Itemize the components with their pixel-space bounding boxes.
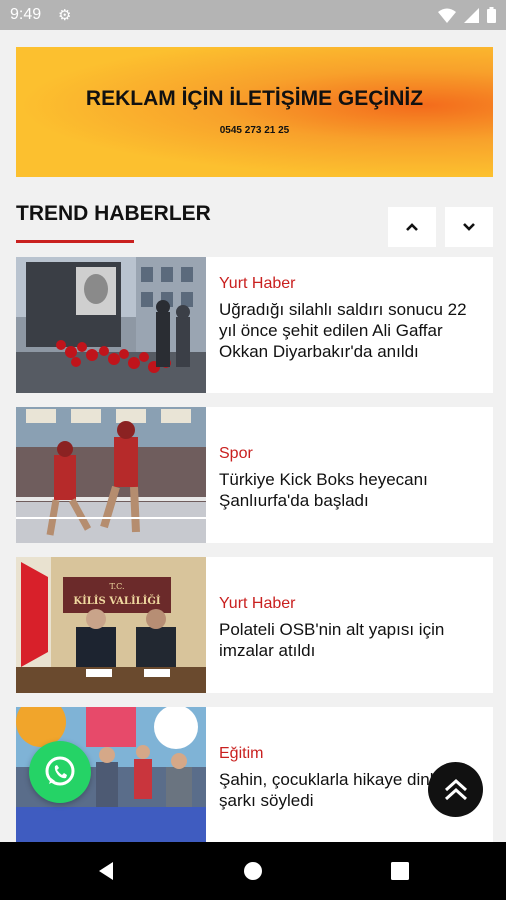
signal-icon <box>464 7 479 23</box>
news-category[interactable]: Yurt Haber <box>219 275 295 293</box>
status-icons <box>438 7 496 23</box>
news-headline[interactable]: Türkiye Kick Boks heyecanı Şanlıurfa'da … <box>219 469 474 511</box>
scroll-up-button[interactable] <box>388 207 436 247</box>
section-underline <box>16 240 134 243</box>
news-category[interactable]: Yurt Haber <box>219 595 295 613</box>
photo-sign-line1: T.C. <box>109 582 124 591</box>
news-card[interactable]: Yurt Haber Uğradığı silahlı saldırı sonu… <box>16 257 493 393</box>
ad-banner[interactable]: REKLAM İÇİN İLETİŞİME GEÇİNİZ 0545 273 2… <box>16 47 493 177</box>
chevron-down-icon <box>463 223 475 231</box>
news-thumbnail[interactable] <box>16 407 206 543</box>
news-thumbnail[interactable] <box>16 257 206 393</box>
chevron-up-icon <box>406 223 418 231</box>
whatsapp-button[interactable] <box>29 741 91 803</box>
news-headline[interactable]: Polateli OSB'nin alt yapısı için imzalar… <box>219 619 474 661</box>
status-time: 9:49 <box>10 6 42 23</box>
news-category[interactable]: Spor <box>219 445 253 463</box>
ad-title: REKLAM İÇİN İLETİŞİME GEÇİNİZ <box>85 87 424 110</box>
battery-icon <box>487 7 496 23</box>
news-headline[interactable]: Uğradığı silahlı saldırı sonucu 22 yıl ö… <box>219 299 474 362</box>
photo-sign-line2: KİLİS VALİLİĞİ <box>73 594 160 607</box>
back-icon[interactable] <box>97 861 115 881</box>
system-nav-bar <box>0 842 506 900</box>
wifi-icon <box>438 8 456 23</box>
news-thumbnail[interactable]: T.C. KİLİS VALİLİĞİ <box>16 557 206 693</box>
home-icon[interactable] <box>243 861 263 881</box>
ad-phone: 0545 273 21 25 <box>219 125 290 136</box>
recents-icon[interactable] <box>391 862 409 880</box>
whatsapp-icon <box>45 756 75 786</box>
status-bar: 9:49 ⚙ <box>0 0 506 30</box>
gear-icon: ⚙ <box>58 7 72 24</box>
news-card[interactable]: T.C. KİLİS VALİLİĞİ Yurt Haber Polateli … <box>16 557 493 693</box>
scroll-to-top-button[interactable] <box>428 762 483 817</box>
double-chevron-up-icon <box>444 778 467 800</box>
news-category[interactable]: Eğitim <box>219 745 263 763</box>
section-title: TREND HABERLER <box>16 202 211 225</box>
news-card[interactable]: Spor Türkiye Kick Boks heyecanı Şanlıurf… <box>16 407 493 543</box>
scroll-down-button[interactable] <box>445 207 493 247</box>
